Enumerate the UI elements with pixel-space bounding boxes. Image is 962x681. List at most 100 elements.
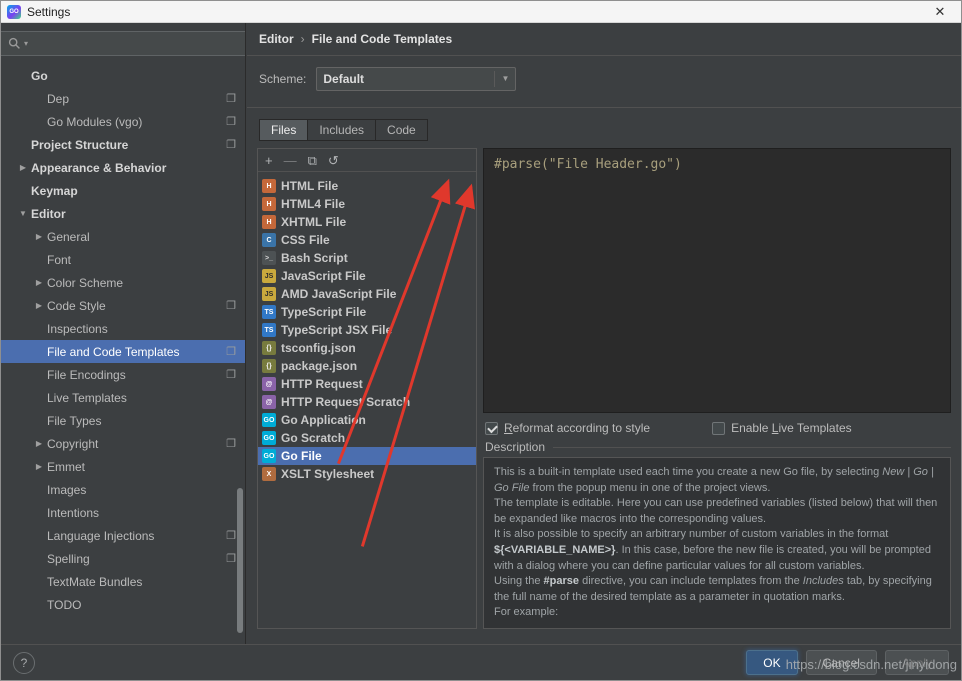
sidebar-item-spelling[interactable]: Spelling❐	[1, 547, 245, 570]
sidebar-item-label: Dep	[47, 92, 69, 106]
description-paragraph: This is a built-in template used each ti…	[494, 465, 940, 496]
html-file-icon: H	[262, 215, 276, 229]
template-item-typescript-file[interactable]: TSTypeScript File	[258, 303, 476, 321]
copy-icon[interactable]: ⧉	[308, 154, 317, 167]
sidebar-item-intentions[interactable]: Intentions	[1, 501, 245, 524]
checkbox-enable-live-templates[interactable]: Enable Live Templates	[712, 421, 852, 435]
sidebar-item-label: Inspections	[47, 322, 108, 336]
html-file-icon: H	[262, 179, 276, 193]
chevron-down-icon[interactable]: ▼	[15, 209, 31, 218]
sidebar-scrollbar[interactable]	[237, 488, 243, 633]
js-file-icon: JS	[262, 287, 276, 301]
help-button[interactable]: ?	[13, 652, 35, 674]
template-item-html4-file[interactable]: HHTML4 File	[258, 195, 476, 213]
sidebar-item-font[interactable]: Font	[1, 248, 245, 271]
tab-files[interactable]: Files	[259, 119, 308, 141]
per-project-icon: ❐	[226, 345, 236, 358]
sidebar-item-file-types[interactable]: File Types	[1, 409, 245, 432]
sidebar-item-appearance-behavior[interactable]: ▶Appearance & Behavior	[1, 156, 245, 179]
per-project-icon: ❐	[226, 368, 236, 381]
description-paragraph: The template is editable. Here you can u…	[494, 496, 940, 527]
sidebar-item-keymap[interactable]: Keymap	[1, 179, 245, 202]
sidebar-item-label: Intentions	[47, 506, 99, 520]
sidebar-item-file-and-code-templates[interactable]: File and Code Templates❐	[1, 340, 245, 363]
chevron-right-icon[interactable]: ▶	[31, 439, 47, 448]
tab-includes[interactable]: Includes	[307, 119, 376, 141]
go-file-icon: GO	[262, 431, 276, 445]
template-item-package-json[interactable]: {}package.json	[258, 357, 476, 375]
sidebar-item-file-encodings[interactable]: File Encodings❐	[1, 363, 245, 386]
sidebar-item-label: Images	[47, 483, 86, 497]
json-file-icon: {}	[262, 341, 276, 355]
template-item-http-request-scratch[interactable]: @HTTP Request Scratch	[258, 393, 476, 411]
sidebar-item-color-scheme[interactable]: ▶Color Scheme	[1, 271, 245, 294]
breadcrumb-editor[interactable]: Editor	[259, 32, 294, 46]
sidebar-item-language-injections[interactable]: Language Injections❐	[1, 524, 245, 547]
ts-file-icon: TS	[262, 305, 276, 319]
chevron-right-icon[interactable]: ▶	[15, 163, 31, 172]
sidebar-item-emmet[interactable]: ▶Emmet	[1, 455, 245, 478]
sidebar-item-live-templates[interactable]: Live Templates	[1, 386, 245, 409]
sidebar-item-code-style[interactable]: ▶Code Style❐	[1, 294, 245, 317]
template-item-go-application[interactable]: GOGo Application	[258, 411, 476, 429]
sidebar-item-todo[interactable]: TODO	[1, 593, 245, 616]
sidebar-item-project-structure[interactable]: Project Structure❐	[1, 133, 245, 156]
search-icon	[8, 37, 21, 50]
settings-tree: GoDep❐Go Modules (vgo)❐Project Structure…	[1, 64, 245, 616]
scheme-select[interactable]: Default ▼	[316, 67, 516, 91]
template-item-amd-javascript-file[interactable]: JS AMD JavaScript File	[258, 285, 476, 303]
template-item-javascript-file[interactable]: JSJavaScript File	[258, 267, 476, 285]
search-input[interactable]: ▾	[1, 31, 245, 56]
sidebar-item-textmate-bundles[interactable]: TextMate Bundles	[1, 570, 245, 593]
description-label: Description	[485, 440, 951, 454]
scheme-row: Scheme: Default ▼	[247, 56, 961, 101]
sidebar-item-editor[interactable]: ▼Editor	[1, 202, 245, 225]
template-item-label: AMD JavaScript File	[281, 287, 396, 301]
json-file-icon: {}	[262, 359, 276, 373]
tab-code[interactable]: Code	[375, 119, 428, 141]
template-item-xslt-stylesheet[interactable]: XXSLT Stylesheet	[258, 465, 476, 483]
window-title: Settings	[27, 5, 70, 19]
chevron-right-icon[interactable]: ▶	[31, 301, 47, 310]
sidebar-item-go[interactable]: Go	[1, 64, 245, 87]
add-icon[interactable]: +	[265, 154, 273, 167]
template-item-xhtml-file[interactable]: HXHTML File	[258, 213, 476, 231]
sidebar-item-label: TODO	[47, 598, 81, 612]
chevron-right-icon[interactable]: ▶	[31, 232, 47, 241]
template-item-tsconfig-json[interactable]: {}tsconfig.json	[258, 339, 476, 357]
sidebar-item-inspections[interactable]: Inspections	[1, 317, 245, 340]
sidebar-item-label: Keymap	[31, 184, 78, 198]
sidebar-item-label: Language Injections	[47, 529, 154, 543]
unchecked-checkbox-icon	[712, 422, 725, 435]
template-item-typescript-jsx-file[interactable]: TSTypeScript JSX File	[258, 321, 476, 339]
xslt-file-icon: X	[262, 467, 276, 481]
sidebar-item-label: Code Style	[47, 299, 106, 313]
sidebar-item-go-modules-vgo[interactable]: Go Modules (vgo)❐	[1, 110, 245, 133]
goland-app-icon: GO	[7, 5, 21, 19]
description-paragraph: Using the #parse directive, you can incl…	[494, 574, 940, 605]
per-project-icon: ❐	[226, 92, 236, 105]
template-item-label: HTML4 File	[281, 197, 345, 211]
template-item-go-file[interactable]: GOGo File	[258, 447, 476, 465]
options-row: Reformat according to style Enable Live T…	[485, 421, 852, 435]
chevron-right-icon[interactable]: ▶	[31, 278, 47, 287]
sidebar-item-general[interactable]: ▶General	[1, 225, 245, 248]
template-editor[interactable]: #parse("File Header.go")	[483, 148, 951, 413]
template-item-html-file[interactable]: HHTML File	[258, 177, 476, 195]
checkbox-label: Enable Live Templates	[731, 421, 852, 435]
chevron-right-icon[interactable]: ▶	[31, 462, 47, 471]
sidebar-item-copyright[interactable]: ▶Copyright❐	[1, 432, 245, 455]
template-item-bash-script[interactable]: >_Bash Script	[258, 249, 476, 267]
template-item-label: Go File	[281, 449, 322, 463]
template-list-pane: +—⧉↺ HHTML FileHHTML4 FileHXHTML FileCCS…	[257, 148, 477, 629]
checkbox-reformat-according-to-style[interactable]: Reformat according to style	[485, 421, 650, 435]
sidebar-item-dep[interactable]: Dep ❐	[1, 87, 245, 110]
remove-icon[interactable]: —	[284, 154, 297, 167]
template-item-css-file[interactable]: CCSS File	[258, 231, 476, 249]
template-item-http-request[interactable]: @HTTP Request	[258, 375, 476, 393]
reset-icon[interactable]: ↺	[328, 154, 339, 167]
template-item-go-scratch[interactable]: GOGo Scratch	[258, 429, 476, 447]
sidebar-item-label: Go Modules (vgo)	[47, 115, 142, 129]
sidebar-item-images[interactable]: Images	[1, 478, 245, 501]
close-icon[interactable]: ✕	[925, 4, 955, 20]
